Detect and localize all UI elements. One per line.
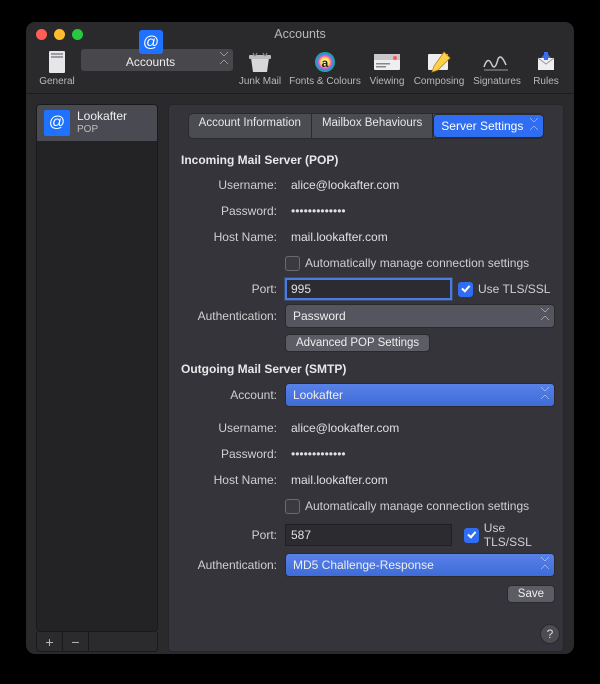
toolbar-viewing[interactable]: Viewing xyxy=(364,48,410,87)
outgoing-password-label: Password: xyxy=(177,447,285,461)
account-protocol: POP xyxy=(77,124,127,136)
outgoing-heading: Outgoing Mail Server (SMTP) xyxy=(181,362,555,376)
zoom-icon[interactable] xyxy=(72,29,83,40)
accounts-list[interactable]: @ Lookafter POP xyxy=(36,104,158,632)
toolbar-composing[interactable]: Composing xyxy=(410,48,468,87)
minimize-icon[interactable] xyxy=(54,29,65,40)
remove-account-button[interactable]: − xyxy=(63,632,89,651)
incoming-host-label: Host Name: xyxy=(177,230,285,244)
svg-text:@: @ xyxy=(142,34,158,51)
incoming-password-field[interactable] xyxy=(285,200,555,222)
incoming-auto-manage[interactable]: Automatically manage connection settings xyxy=(285,256,529,271)
toolbar-rules[interactable]: Rules xyxy=(526,48,566,87)
checkbox-icon xyxy=(285,499,300,514)
outgoing-account-label: Account: xyxy=(177,388,285,402)
incoming-password-label: Password: xyxy=(177,204,285,218)
toolbar-junk-mail[interactable]: Junk Mail xyxy=(234,48,286,87)
preferences-window: Accounts General @ Accounts Junk Mail a … xyxy=(26,22,574,654)
outgoing-auth-select[interactable]: MD5 Challenge-Response xyxy=(285,553,555,577)
rules-icon xyxy=(531,48,561,76)
add-account-button[interactable]: + xyxy=(37,632,63,651)
accounts-sidebar: @ Lookafter POP + − xyxy=(36,104,158,652)
outgoing-port-label: Port: xyxy=(177,528,285,542)
outgoing-host-field[interactable] xyxy=(285,469,555,491)
incoming-heading: Incoming Mail Server (POP) xyxy=(181,153,555,167)
toolbar-general[interactable]: General xyxy=(34,48,80,87)
outgoing-account-select[interactable]: Lookafter xyxy=(285,383,555,407)
composing-icon xyxy=(424,48,454,76)
close-icon[interactable] xyxy=(36,29,47,40)
tab-server-settings[interactable]: Server Settings xyxy=(433,114,543,138)
checkbox-icon xyxy=(464,528,479,543)
fonts-icon: a xyxy=(310,48,340,76)
toolbar-signatures[interactable]: Signatures xyxy=(468,48,526,87)
window-title: Accounts xyxy=(26,27,574,41)
traffic-lights xyxy=(26,29,83,40)
outgoing-port-field[interactable] xyxy=(285,524,452,546)
toolbar-fonts-colours[interactable]: a Fonts & Colours xyxy=(286,48,364,87)
incoming-host-field[interactable] xyxy=(285,226,555,248)
svg-text:a: a xyxy=(322,56,329,70)
tab-account-information[interactable]: Account Information xyxy=(189,114,312,138)
checkbox-icon xyxy=(285,256,300,271)
content-panel: Account Information Mailbox Behaviours S… xyxy=(168,104,564,652)
outgoing-host-label: Host Name: xyxy=(177,473,285,487)
incoming-username-field[interactable] xyxy=(285,174,555,196)
toolbar: General @ Accounts Junk Mail a Fonts & C… xyxy=(26,46,574,94)
body: @ Lookafter POP + − Account Information … xyxy=(26,94,574,654)
incoming-auth-label: Authentication: xyxy=(177,309,285,323)
advanced-pop-button[interactable]: Advanced POP Settings xyxy=(285,334,430,352)
signatures-icon xyxy=(482,48,512,76)
incoming-auth-select[interactable]: Password xyxy=(285,304,555,328)
general-icon xyxy=(42,48,72,76)
outgoing-password-field[interactable] xyxy=(285,443,555,465)
junk-icon xyxy=(245,48,275,76)
outgoing-username-label: Username: xyxy=(177,421,285,435)
save-button[interactable]: Save xyxy=(507,585,555,603)
outgoing-username-field[interactable] xyxy=(285,417,555,439)
incoming-tls-checkbox[interactable]: Use TLS/SSL xyxy=(458,282,550,297)
at-icon: @ xyxy=(44,110,70,136)
incoming-port-field[interactable] xyxy=(285,278,452,300)
accounts-list-toolbar: + − xyxy=(36,632,158,652)
tabbar: Account Information Mailbox Behaviours S… xyxy=(188,113,545,139)
titlebar: Accounts xyxy=(26,22,574,46)
accounts-icon: @ xyxy=(136,29,166,55)
outgoing-auto-manage[interactable]: Automatically manage connection settings xyxy=(285,499,529,514)
tabs: Account Information Mailbox Behaviours S… xyxy=(177,113,555,139)
outgoing-tls-checkbox[interactable]: Use TLS/SSL xyxy=(464,521,555,549)
tab-mailbox-behaviours[interactable]: Mailbox Behaviours xyxy=(312,114,433,138)
account-row[interactable]: @ Lookafter POP xyxy=(37,105,157,141)
outgoing-auth-label: Authentication: xyxy=(177,558,285,572)
viewing-icon xyxy=(372,48,402,76)
toolbar-accounts[interactable]: @ Accounts xyxy=(80,48,234,72)
help-button[interactable]: ? xyxy=(540,624,560,644)
checkbox-icon xyxy=(458,282,473,297)
account-name: Lookafter xyxy=(77,110,127,124)
incoming-username-label: Username: xyxy=(177,178,285,192)
incoming-port-label: Port: xyxy=(177,282,285,296)
